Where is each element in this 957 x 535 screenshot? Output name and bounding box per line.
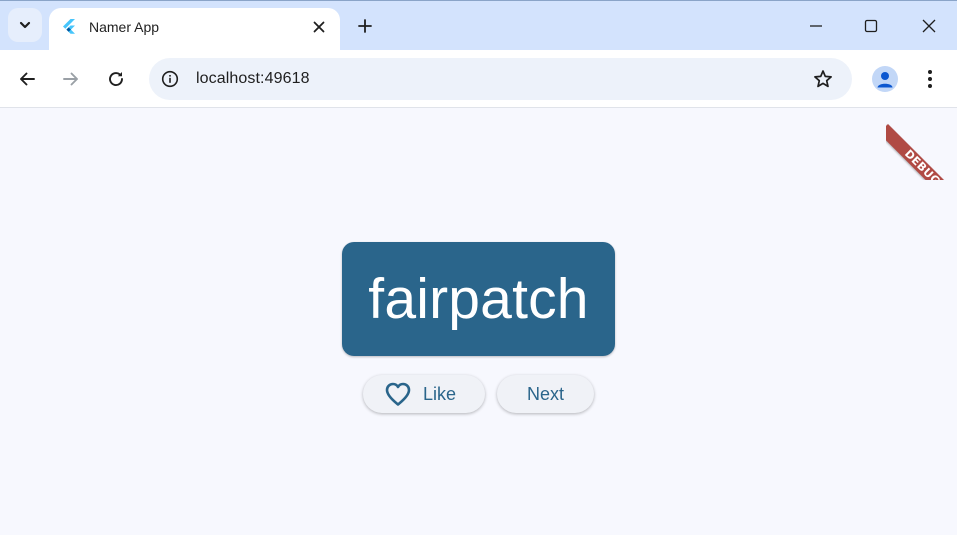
tab-close-button[interactable] (308, 16, 330, 38)
url-text[interactable]: localhost:49618 (196, 70, 310, 88)
window-close-button[interactable] (909, 8, 949, 44)
next-button[interactable]: Next (497, 375, 594, 413)
tab-title: Namer App (89, 19, 160, 35)
back-button[interactable] (12, 64, 42, 94)
arrow-right-icon (63, 72, 78, 86)
browser-tab[interactable]: Namer App (49, 8, 340, 51)
browser-menu-button[interactable] (918, 65, 942, 93)
reload-icon (109, 72, 123, 86)
debug-banner: DEBUG (886, 109, 957, 180)
next-button-label: Next (526, 383, 564, 404)
word-pair-card: fairpatch (342, 242, 615, 356)
close-icon (313, 21, 325, 33)
debug-ribbon: DEBUG (886, 124, 957, 180)
heart-outline-icon (384, 381, 412, 407)
forward-button[interactable] (56, 64, 86, 94)
chevron-down-icon (19, 21, 31, 29)
like-button-label: Like (423, 383, 457, 404)
bookmark-button[interactable] (810, 66, 836, 92)
info-icon (161, 70, 179, 88)
arrow-left-icon (20, 72, 35, 86)
minimize-icon (810, 25, 822, 27)
like-button[interactable]: Like (363, 375, 485, 413)
site-info-button[interactable] (159, 68, 181, 90)
more-vert-icon (928, 70, 932, 88)
reload-button[interactable] (101, 64, 131, 94)
word-pair-text: fairpatch (368, 267, 589, 331)
close-icon (922, 19, 936, 33)
flutter-icon (63, 19, 75, 34)
maximize-button[interactable] (851, 8, 891, 44)
profile-button[interactable] (872, 66, 898, 92)
person-icon (877, 72, 893, 88)
new-tab-button[interactable] (351, 12, 379, 40)
star-icon (814, 70, 832, 88)
app-viewport: fairpatch Like Next (0, 109, 957, 535)
browser-tab-strip: Namer App (0, 0, 957, 51)
maximize-icon (864, 19, 878, 33)
address-bar[interactable]: localhost:49618 (149, 58, 852, 100)
tab-search-button[interactable] (8, 8, 42, 42)
plus-icon (358, 19, 372, 33)
minimize-button[interactable] (796, 8, 836, 44)
browser-toolbar: localhost:49618 (0, 50, 957, 108)
debug-label: DEBUG (901, 147, 943, 180)
